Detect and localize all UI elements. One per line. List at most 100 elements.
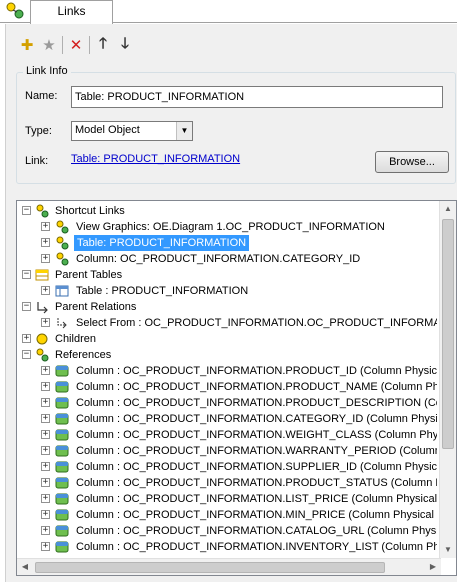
tree-row-table-product-information-selected[interactable]: + Table: PRODUCT_INFORMATION bbox=[17, 235, 437, 251]
tab-links[interactable]: Links bbox=[30, 0, 113, 24]
expand-icon[interactable]: + bbox=[41, 414, 50, 423]
column-icon bbox=[55, 364, 69, 378]
tree-row-column-category-id[interactable]: + Column: OC_PRODUCT_INFORMATION.CATEGOR… bbox=[17, 251, 437, 267]
expand-icon[interactable]: + bbox=[41, 446, 50, 455]
expand-icon[interactable]: + bbox=[41, 462, 50, 471]
move-down-icon[interactable]: 🡓 bbox=[114, 34, 136, 56]
scroll-up-icon[interactable]: ▲ bbox=[440, 201, 456, 217]
vertical-scroll-thumb[interactable] bbox=[442, 219, 454, 449]
link-item-icon bbox=[55, 236, 69, 250]
link-label: Link: bbox=[25, 155, 49, 167]
expand-icon[interactable]: + bbox=[41, 318, 50, 327]
tree-row-column[interactable]: + Column : OC_PRODUCT_INFORMATION.MIN_PR… bbox=[17, 507, 437, 523]
tree-row-column[interactable]: + Column : OC_PRODUCT_INFORMATION.PRODUC… bbox=[17, 379, 437, 395]
tree-row-column[interactable]: + Column : OC_PRODUCT_INFORMATION.WARRAN… bbox=[17, 443, 437, 459]
children-icon bbox=[35, 332, 49, 346]
star-icon[interactable]: ★ bbox=[38, 34, 60, 56]
tree-row-label: Column : OC_PRODUCT_INFORMATION.PRODUCT_… bbox=[76, 477, 437, 489]
tree-row-children[interactable]: + Children bbox=[17, 331, 437, 347]
link-value-link[interactable]: Table: PRODUCT_INFORMATION bbox=[71, 153, 240, 165]
horizontal-scrollbar[interactable]: ◀ ▶ bbox=[17, 558, 441, 575]
expand-icon[interactable]: + bbox=[41, 222, 50, 231]
tree-row-label: Parent Relations bbox=[55, 301, 137, 313]
tree-row-label: View Graphics: OE.Diagram 1.OC_PRODUCT_I… bbox=[76, 221, 385, 233]
tree-row-column[interactable]: + Column : OC_PRODUCT_INFORMATION.CATEGO… bbox=[17, 411, 437, 427]
table-icon bbox=[35, 268, 49, 282]
move-up-icon[interactable]: 🡑 bbox=[92, 34, 114, 56]
expand-icon[interactable]: + bbox=[41, 510, 50, 519]
tree-content: − Shortcut Links + View Graphics: OE.Dia… bbox=[17, 201, 437, 558]
expand-icon[interactable]: + bbox=[22, 334, 31, 343]
type-label: Type: bbox=[25, 125, 52, 137]
collapse-icon[interactable]: − bbox=[22, 206, 31, 215]
tree-row-label: Table : PRODUCT_INFORMATION bbox=[76, 285, 249, 297]
expand-icon[interactable]: + bbox=[41, 430, 50, 439]
tree-row-parent-relations[interactable]: − Parent Relations bbox=[17, 299, 437, 315]
column-icon bbox=[55, 524, 69, 538]
tree-row-shortcut-links[interactable]: − Shortcut Links bbox=[17, 203, 437, 219]
column-icon bbox=[55, 380, 69, 394]
scroll-right-icon[interactable]: ▶ bbox=[425, 559, 441, 575]
tree-row-column[interactable]: + Column : OC_PRODUCT_INFORMATION.PRODUC… bbox=[17, 395, 437, 411]
column-icon bbox=[55, 476, 69, 490]
references-icon bbox=[35, 348, 49, 362]
expand-icon[interactable]: + bbox=[41, 382, 50, 391]
collapse-icon[interactable]: − bbox=[22, 350, 31, 359]
expand-icon[interactable]: + bbox=[41, 238, 50, 247]
link-item-icon bbox=[55, 252, 69, 266]
tree-row-parent-tables[interactable]: − Parent Tables bbox=[17, 267, 437, 283]
scroll-left-icon[interactable]: ◀ bbox=[17, 559, 33, 575]
column-icon bbox=[55, 540, 69, 554]
expand-icon[interactable]: + bbox=[41, 286, 50, 295]
expand-icon[interactable]: + bbox=[41, 398, 50, 407]
tree-row-label: Parent Tables bbox=[55, 269, 123, 281]
expand-icon[interactable]: + bbox=[41, 542, 50, 551]
tree-row-label: Column: OC_PRODUCT_INFORMATION.CATEGORY_… bbox=[76, 253, 361, 265]
tree-row-column[interactable]: + Column : OC_PRODUCT_INFORMATION.SUPPLI… bbox=[17, 459, 437, 475]
browse-button[interactable]: Browse... bbox=[375, 151, 449, 173]
expand-icon[interactable]: + bbox=[41, 526, 50, 535]
tree-row-references[interactable]: − References bbox=[17, 347, 437, 363]
links-icon bbox=[4, 2, 30, 20]
expand-icon[interactable]: + bbox=[41, 254, 50, 263]
collapse-icon[interactable]: − bbox=[22, 270, 31, 279]
column-icon bbox=[55, 396, 69, 410]
shortcut-links-icon bbox=[35, 204, 49, 218]
tree-row-select-from[interactable]: + Select From : OC_PRODUCT_INFORMATION.O… bbox=[17, 315, 437, 331]
name-field[interactable]: Table: PRODUCT_INFORMATION bbox=[71, 86, 443, 108]
tree-row-label: Column : OC_PRODUCT_INFORMATION.CATALOG_… bbox=[76, 525, 437, 537]
table-icon bbox=[55, 284, 69, 298]
links-tree[interactable]: − Shortcut Links + View Graphics: OE.Dia… bbox=[16, 200, 457, 576]
expand-icon[interactable]: + bbox=[41, 366, 50, 375]
tree-row-table-product-information[interactable]: + Table : PRODUCT_INFORMATION bbox=[17, 283, 437, 299]
collapse-icon[interactable]: − bbox=[22, 302, 31, 311]
tree-row-label: Column : OC_PRODUCT_INFORMATION.WARRANTY… bbox=[76, 445, 437, 457]
relation-icon bbox=[55, 316, 69, 330]
type-select[interactable]: Model Object ▼ bbox=[71, 121, 193, 141]
column-icon bbox=[55, 508, 69, 522]
tree-row-label: Column : OC_PRODUCT_INFORMATION.LIST_PRI… bbox=[76, 493, 437, 505]
tree-row-label: Shortcut Links bbox=[55, 205, 125, 217]
tree-row-column[interactable]: + Column : OC_PRODUCT_INFORMATION.PRODUC… bbox=[17, 363, 437, 379]
tree-row-label: References bbox=[55, 349, 112, 361]
tree-row-label: Column : OC_PRODUCT_INFORMATION.INVENTOR… bbox=[76, 541, 437, 553]
tree-row-label: Column : OC_PRODUCT_INFORMATION.CATEGORY… bbox=[76, 413, 437, 425]
horizontal-scroll-thumb[interactable] bbox=[35, 562, 385, 573]
column-icon bbox=[55, 444, 69, 458]
chevron-down-icon[interactable]: ▼ bbox=[176, 122, 192, 140]
vertical-scrollbar[interactable]: ▲ ▼ bbox=[439, 201, 456, 558]
add-icon[interactable]: ✚ bbox=[16, 34, 38, 56]
scroll-down-icon[interactable]: ▼ bbox=[440, 542, 456, 558]
tree-row-column[interactable]: + Column : OC_PRODUCT_INFORMATION.LIST_P… bbox=[17, 491, 437, 507]
expand-icon[interactable]: + bbox=[41, 478, 50, 487]
tree-row-column[interactable]: + Column : OC_PRODUCT_INFORMATION.WEIGHT… bbox=[17, 427, 437, 443]
tree-row-column[interactable]: + Column : OC_PRODUCT_INFORMATION.INVENT… bbox=[17, 539, 437, 555]
tree-row-label: Column : OC_PRODUCT_INFORMATION.PRODUCT_… bbox=[76, 365, 437, 377]
tree-row-view-graphics[interactable]: + View Graphics: OE.Diagram 1.OC_PRODUCT… bbox=[17, 219, 437, 235]
tree-row-label: Table: PRODUCT_INFORMATION bbox=[74, 235, 250, 251]
delete-icon[interactable]: ✕ bbox=[65, 34, 87, 56]
expand-icon[interactable]: + bbox=[41, 494, 50, 503]
tree-row-column[interactable]: + Column : OC_PRODUCT_INFORMATION.CATALO… bbox=[17, 523, 437, 539]
tree-row-label: Column : OC_PRODUCT_INFORMATION.WEIGHT_C… bbox=[76, 429, 437, 441]
tree-row-column[interactable]: + Column : OC_PRODUCT_INFORMATION.PRODUC… bbox=[17, 475, 437, 491]
